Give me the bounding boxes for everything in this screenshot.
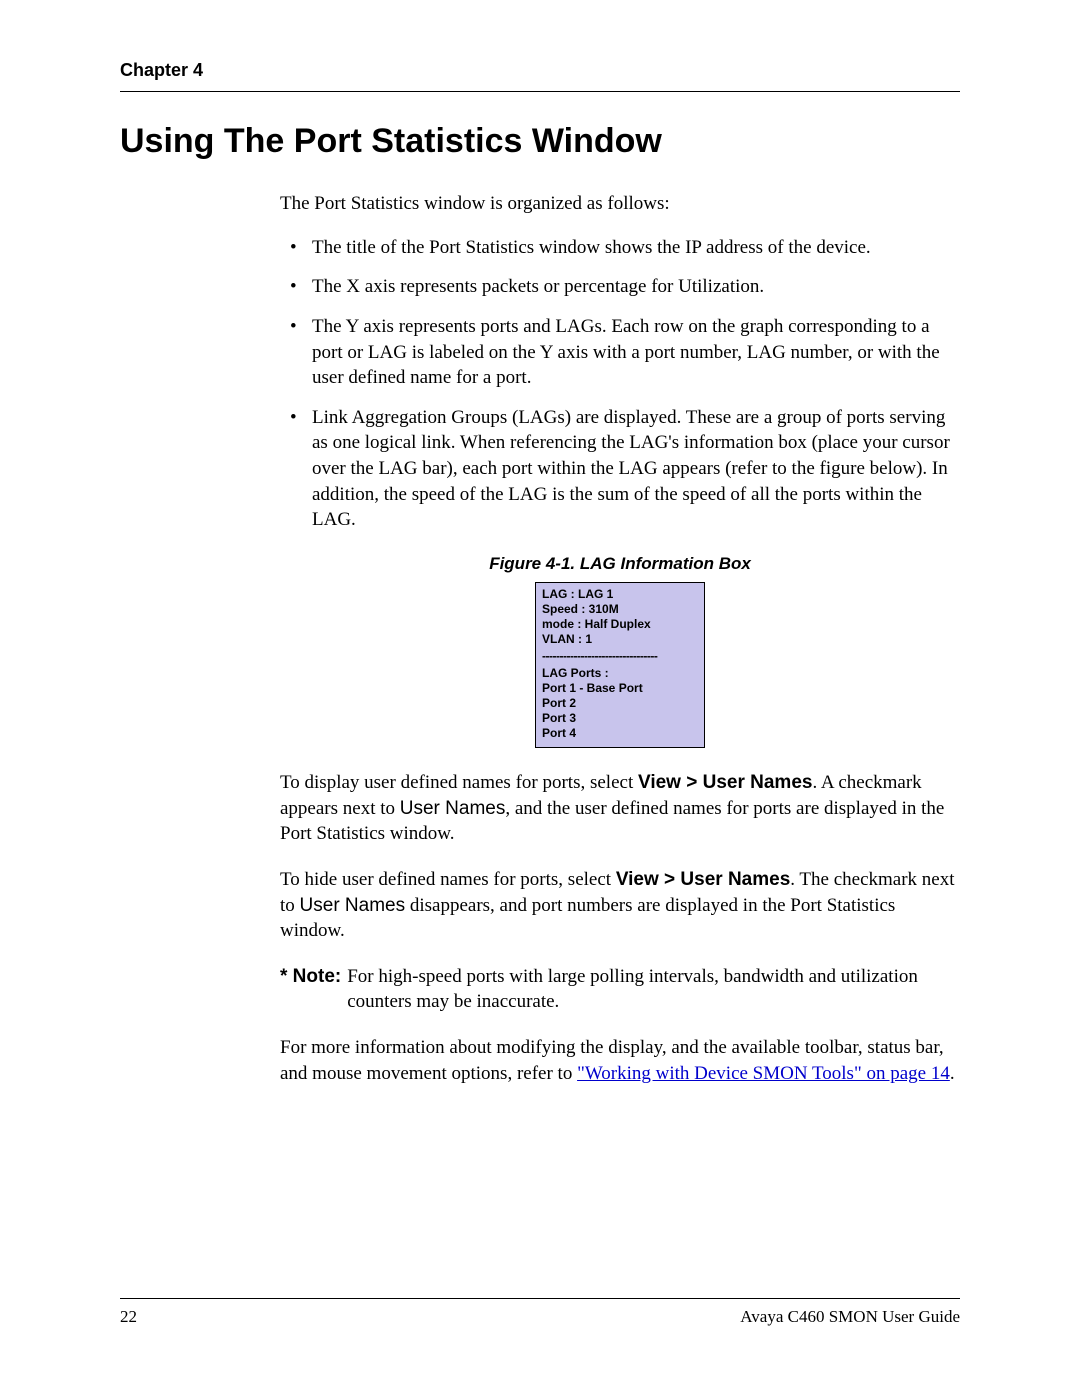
paragraph-hide-names: To hide user defined names for ports, se… <box>280 867 960 944</box>
text-run: To hide user defined names for ports, se… <box>280 869 616 890</box>
page-number: 22 <box>120 1307 137 1327</box>
page-footer: 22 Avaya C460 SMON User Guide <box>120 1298 960 1327</box>
lag-line: Port 3 <box>542 711 698 726</box>
text-run: . <box>950 1063 955 1084</box>
figure-caption: Figure 4-1. LAG Information Box <box>280 553 960 576</box>
lag-separator: --------------------------------- <box>542 649 698 664</box>
note-label: * Note: <box>280 964 341 1015</box>
lag-line: Port 2 <box>542 696 698 711</box>
lag-line: LAG : LAG 1 <box>542 587 698 602</box>
menu-path: View > User Names <box>616 869 790 890</box>
paragraph-more-info: For more information about modifying the… <box>280 1035 960 1086</box>
note-block: * Note: For high-speed ports with large … <box>280 964 960 1015</box>
text-run: To display user defined names for ports,… <box>280 772 638 793</box>
lag-info-box: LAG : LAG 1 Speed : 310M mode : Half Dup… <box>535 582 705 748</box>
lag-line: VLAN : 1 <box>542 632 698 647</box>
doc-title-footer: Avaya C460 SMON User Guide <box>740 1307 960 1327</box>
lag-line: mode : Half Duplex <box>542 617 698 632</box>
page-container: Chapter 4 Using The Port Statistics Wind… <box>0 0 1080 1397</box>
lag-line: Port 4 <box>542 726 698 741</box>
figure-wrap: LAG : LAG 1 Speed : 310M mode : Half Dup… <box>280 582 960 748</box>
menu-path: View > User Names <box>638 772 812 793</box>
list-item: Link Aggregation Groups (LAGs) are displ… <box>280 405 960 533</box>
list-item: The X axis represents packets or percent… <box>280 274 960 300</box>
list-item: The Y axis represents ports and LAGs. Ea… <box>280 314 960 391</box>
bullet-list: The title of the Port Statistics window … <box>280 235 960 533</box>
cross-reference-link[interactable]: "Working with Device SMON Tools" on page… <box>577 1063 950 1084</box>
menu-item: User Names <box>300 895 406 916</box>
lag-line: Speed : 310M <box>542 602 698 617</box>
header-rule <box>120 91 960 92</box>
menu-item: User Names <box>400 798 506 819</box>
lag-line: LAG Ports : <box>542 666 698 681</box>
page-title: Using The Port Statistics Window <box>120 122 960 161</box>
lag-line: Port 1 - Base Port <box>542 681 698 696</box>
note-text: For high-speed ports with large polling … <box>347 964 960 1015</box>
paragraph-show-names: To display user defined names for ports,… <box>280 770 960 847</box>
chapter-label: Chapter 4 <box>120 60 960 81</box>
body-block: The Port Statistics window is organized … <box>280 191 960 1086</box>
list-item: The title of the Port Statistics window … <box>280 235 960 261</box>
intro-paragraph: The Port Statistics window is organized … <box>280 191 960 217</box>
